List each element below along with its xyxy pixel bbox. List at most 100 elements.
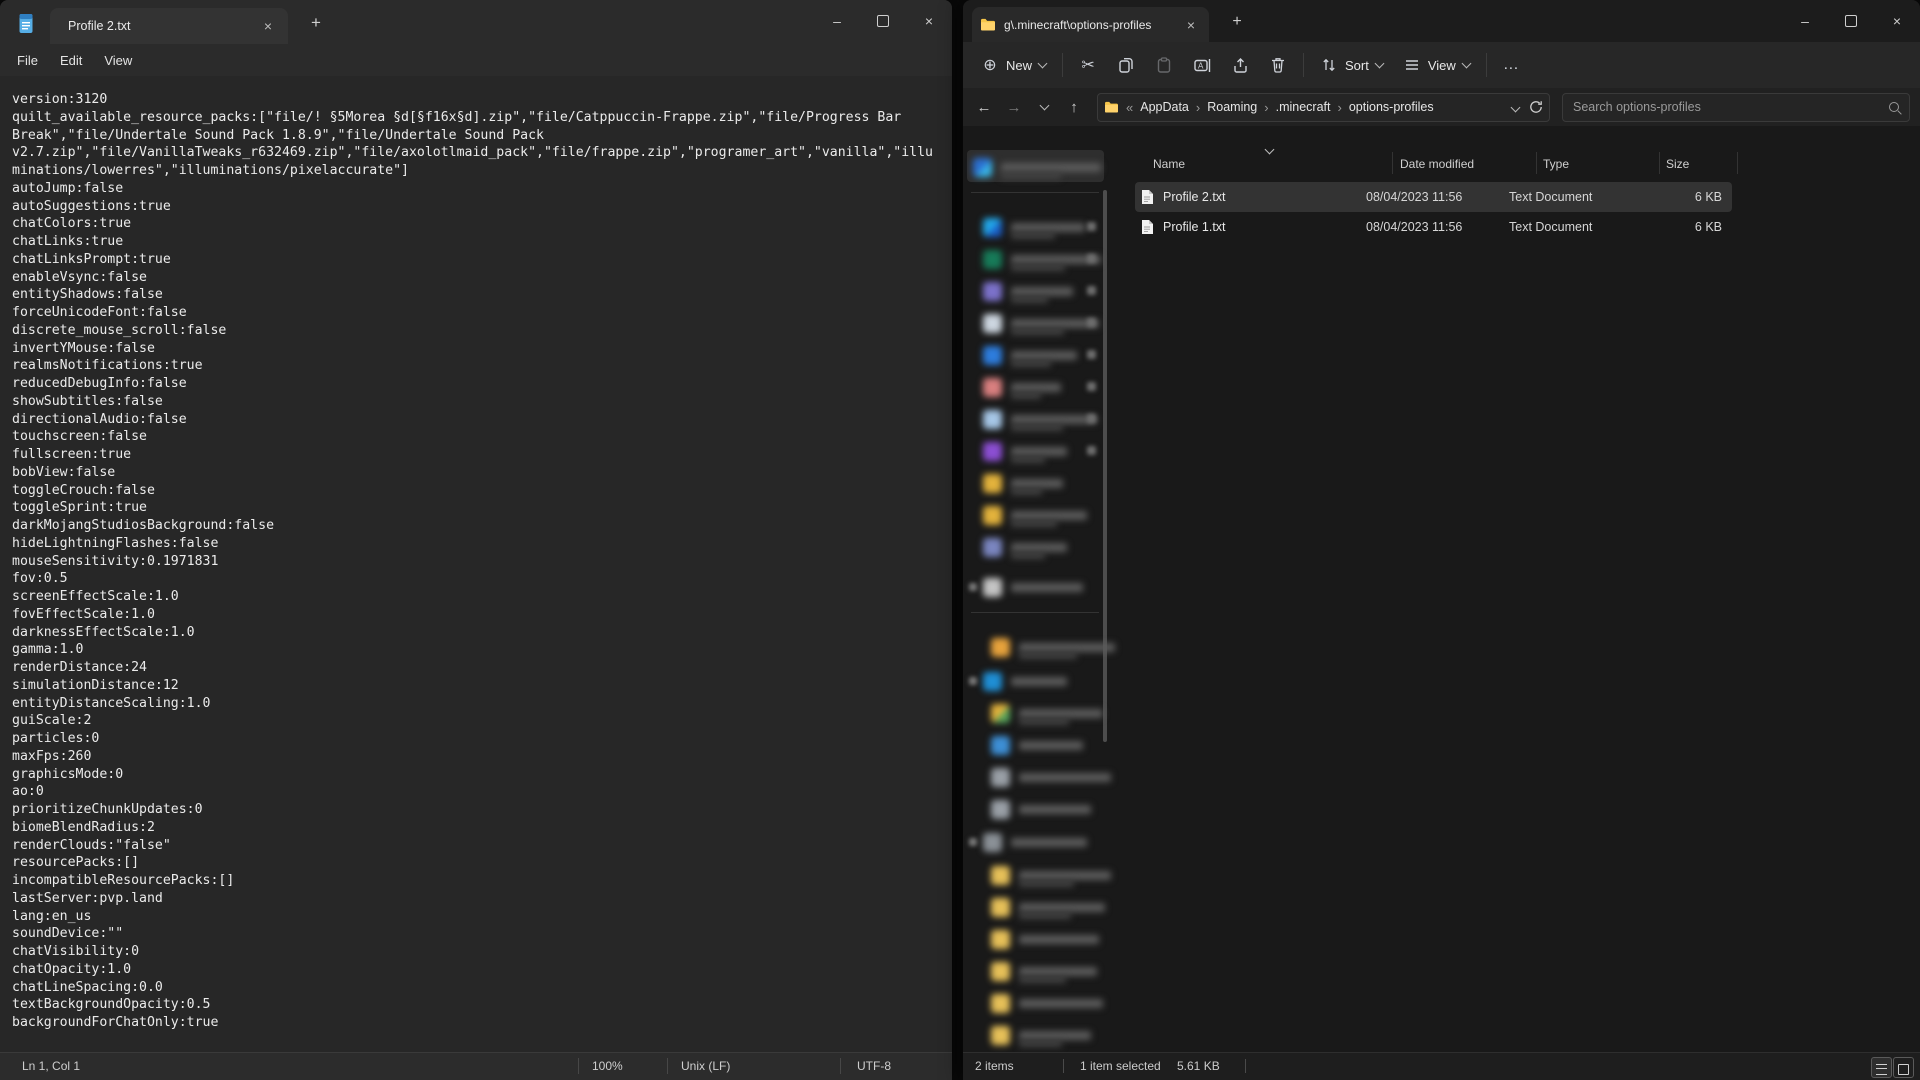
breadcrumb[interactable]: « AppData › Roaming › .minecraft › optio… xyxy=(1097,93,1550,122)
large-icons-view-button[interactable] xyxy=(1893,1057,1914,1078)
divider xyxy=(1062,53,1063,77)
breadcrumb-options-profiles[interactable]: options-profiles xyxy=(1349,100,1434,114)
recent-locations-button[interactable] xyxy=(1029,94,1059,120)
breadcrumb-separator: › xyxy=(1257,100,1275,115)
breadcrumb-appdata[interactable]: AppData xyxy=(1140,100,1189,114)
forward-button[interactable]: → xyxy=(999,94,1029,120)
explorer-tab-bar: g\.minecraft\options-profiles × + – × xyxy=(963,0,1920,42)
column-divider[interactable] xyxy=(1392,152,1393,174)
details-view-button[interactable] xyxy=(1871,1057,1892,1078)
search-input[interactable]: Search options-profiles xyxy=(1562,93,1910,122)
back-button[interactable]: ← xyxy=(969,94,999,120)
sidebar-item-sublabel-redacted xyxy=(1011,424,1063,431)
sidebar-expand-chevron-icon[interactable] xyxy=(969,838,977,846)
document-icon xyxy=(1140,189,1154,205)
sidebar-item-redacted[interactable] xyxy=(991,794,1091,824)
column-divider[interactable] xyxy=(1536,152,1537,174)
sidebar-item-redacted[interactable] xyxy=(991,762,1111,792)
sidebar-expand-chevron-icon[interactable] xyxy=(1087,222,1096,231)
column-divider[interactable] xyxy=(1737,152,1738,174)
breadcrumb-minecraft[interactable]: .minecraft xyxy=(1276,100,1331,114)
sidebar-item-label-redacted xyxy=(1011,677,1067,686)
breadcrumb-roaming[interactable]: Roaming xyxy=(1207,100,1257,114)
sidebar-item-label-redacted xyxy=(1011,838,1087,847)
breadcrumb-truncation[interactable]: « xyxy=(1119,100,1140,115)
sort-button[interactable]: Sort xyxy=(1310,49,1393,81)
sidebar-item-redacted[interactable] xyxy=(991,730,1083,760)
file-row-profile2[interactable]: Profile 2.txt 08/04/2023 11:56 Text Docu… xyxy=(1135,182,1732,212)
minimize-button[interactable]: – xyxy=(814,0,860,42)
menu-view[interactable]: View xyxy=(93,49,143,72)
column-header-type[interactable]: Type xyxy=(1543,150,1569,178)
maximize-button[interactable] xyxy=(860,0,906,42)
tab-close-icon[interactable]: × xyxy=(1181,15,1201,35)
view-button[interactable]: View xyxy=(1393,49,1480,81)
sidebar-item-sublabel-redacted xyxy=(1011,456,1045,463)
column-divider[interactable] xyxy=(1659,152,1660,174)
sidebar-item-redacted[interactable] xyxy=(991,924,1099,954)
notepad-tab[interactable]: Profile 2.txt × xyxy=(50,8,288,44)
sidebar-expand-chevron-icon[interactable] xyxy=(1087,350,1096,359)
sidebar-expand-chevron-icon[interactable] xyxy=(1087,286,1096,295)
column-header-modified[interactable]: Date modified xyxy=(1400,150,1474,178)
sidebar-item-label-redacted xyxy=(1019,935,1099,944)
sidebar-item-icon xyxy=(991,768,1010,787)
sidebar-expand-chevron-icon[interactable] xyxy=(1087,318,1096,327)
rename-button[interactable]: A xyxy=(1183,49,1221,81)
sidebar-item-redacted[interactable] xyxy=(983,827,1087,857)
copy-button[interactable] xyxy=(1107,49,1145,81)
explorer-tab[interactable]: g\.minecraft\options-profiles × xyxy=(972,7,1209,42)
sidebar-item-sublabel-redacted xyxy=(1011,552,1045,559)
copy-icon xyxy=(1117,56,1135,74)
new-button[interactable]: ⊕ New xyxy=(971,49,1056,81)
sidebar-item-icon xyxy=(991,866,1010,885)
address-dropdown-icon[interactable] xyxy=(1511,102,1521,112)
close-button[interactable]: × xyxy=(1874,0,1920,42)
new-item-icon: ⊕ xyxy=(981,56,999,74)
sidebar-item-redacted[interactable] xyxy=(983,666,1067,696)
cut-button[interactable]: ✂ xyxy=(1069,49,1107,81)
chevron-down-icon xyxy=(1038,59,1048,69)
notepad-tab-bar: Profile 2.txt × + – × xyxy=(0,0,952,44)
sidebar-item-redacted[interactable] xyxy=(991,988,1103,1018)
new-tab-button[interactable]: + xyxy=(303,13,329,35)
sidebar-item-sublabel-redacted xyxy=(1001,172,1061,179)
zoom-level[interactable]: 100% xyxy=(592,1059,623,1073)
new-tab-button[interactable]: + xyxy=(1225,12,1249,34)
sidebar-item-icon xyxy=(991,704,1010,723)
sidebar-expand-chevron-icon[interactable] xyxy=(969,583,977,591)
search-icon xyxy=(1889,102,1899,112)
maximize-button[interactable] xyxy=(1828,0,1874,42)
encoding[interactable]: UTF-8 xyxy=(857,1059,891,1073)
file-row-profile1[interactable]: Profile 1.txt 08/04/2023 11:56 Text Docu… xyxy=(1135,212,1732,242)
rename-icon: A xyxy=(1193,56,1211,74)
refresh-icon[interactable] xyxy=(1529,100,1543,114)
line-ending[interactable]: Unix (LF) xyxy=(681,1059,730,1073)
up-button[interactable]: ↑ xyxy=(1059,94,1089,120)
sidebar-expand-chevron-icon[interactable] xyxy=(1087,414,1096,423)
tab-close-icon[interactable]: × xyxy=(258,16,278,36)
sidebar-expand-chevron-icon[interactable] xyxy=(1087,446,1096,455)
navigation-pane[interactable] xyxy=(963,126,1111,1053)
column-header-size[interactable]: Size xyxy=(1666,150,1689,178)
sidebar-item-sublabel-redacted xyxy=(1011,264,1065,271)
close-button[interactable]: × xyxy=(906,0,952,42)
sidebar-expand-chevron-icon[interactable] xyxy=(1087,254,1096,263)
sidebar-expand-chevron-icon[interactable] xyxy=(969,677,977,685)
notepad-editor[interactable]: version:3120 quilt_available_resource_pa… xyxy=(0,76,952,1053)
menu-file[interactable]: File xyxy=(6,49,49,72)
sidebar-item-icon xyxy=(991,800,1010,819)
share-button[interactable] xyxy=(1221,49,1259,81)
sidebar-item-icon xyxy=(983,378,1002,397)
sidebar-item-label-redacted xyxy=(1011,543,1067,552)
file-modified: 08/04/2023 11:56 xyxy=(1366,220,1509,234)
column-header-name[interactable]: Name xyxy=(1153,150,1185,178)
sidebar-item-icon xyxy=(983,578,1002,597)
more-options-button[interactable]: … xyxy=(1493,49,1530,81)
delete-button[interactable] xyxy=(1259,49,1297,81)
sidebar-item-redacted[interactable] xyxy=(983,572,1083,602)
minimize-button[interactable]: – xyxy=(1782,0,1828,42)
menu-edit[interactable]: Edit xyxy=(49,49,93,72)
sidebar-expand-chevron-icon[interactable] xyxy=(1087,382,1096,391)
divider xyxy=(578,1058,579,1074)
